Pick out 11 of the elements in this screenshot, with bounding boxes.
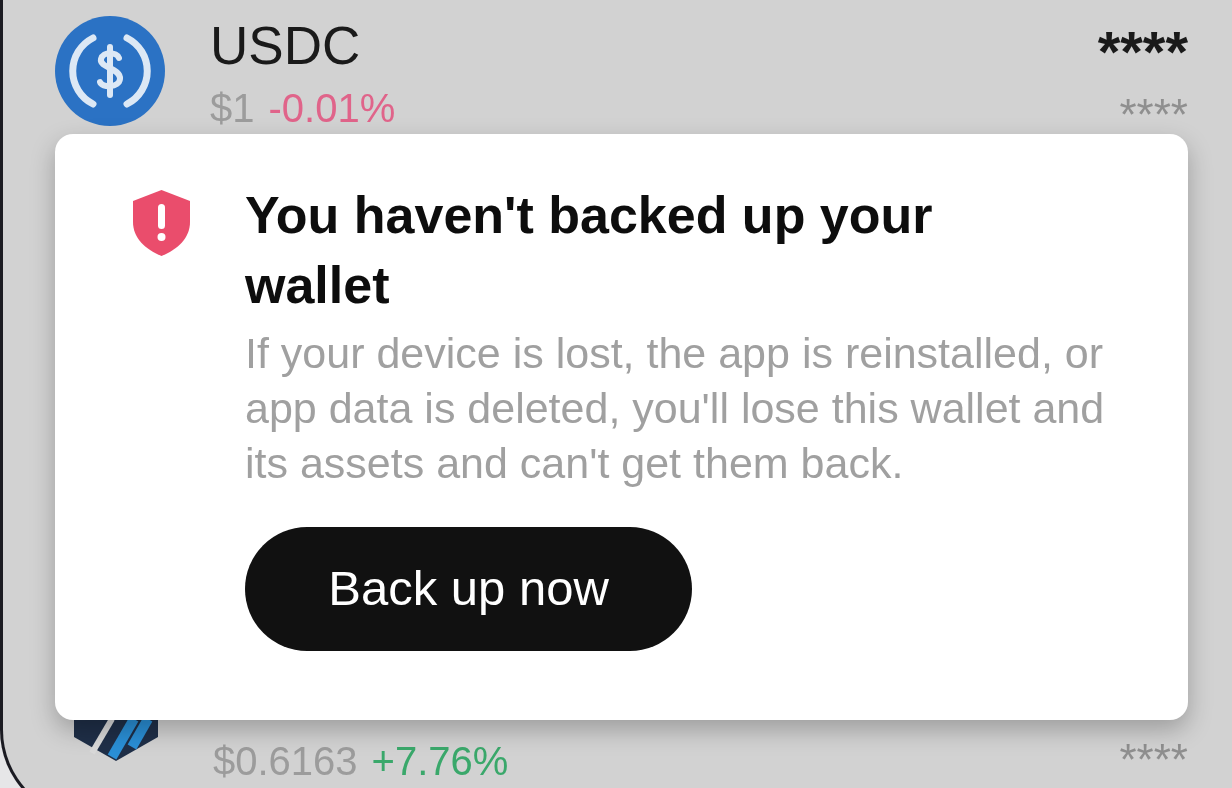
dollar-coin-icon xyxy=(55,16,165,126)
warning-message: If your device is lost, the app is reinstalled, or app data is deleted, you'll lose this wallet and its assets and can't get them back. xyxy=(245,328,1106,489)
change-text: +7.76% xyxy=(371,739,509,783)
back-up-now-button[interactable]: Back up now xyxy=(245,527,692,651)
token-symbol: USDC xyxy=(210,16,362,76)
masked-balance: **** xyxy=(1097,30,1188,74)
warning-title: You haven't backed up your wallet xyxy=(245,185,934,316)
masked-value: **** xyxy=(1119,100,1188,130)
masked-value: **** xyxy=(1119,745,1188,775)
change-text: -0.01% xyxy=(268,86,396,130)
shield-exclamation-icon xyxy=(133,190,190,256)
